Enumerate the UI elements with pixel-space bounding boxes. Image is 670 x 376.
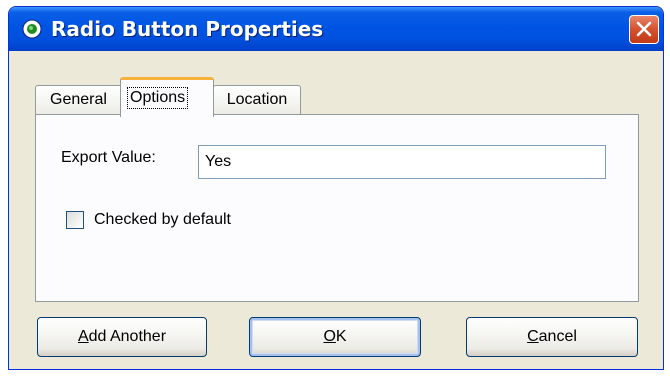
tab-options[interactable]: Options [120, 77, 214, 117]
radio-button-properties-dialog: Radio Button Properties General Options … [8, 6, 664, 370]
ok-mnemonic: O [323, 328, 336, 345]
cancel-mnemonic: C [527, 328, 539, 345]
tab-location-label: Location [226, 91, 288, 108]
close-button[interactable] [629, 15, 659, 44]
export-value-label: Export Value: [61, 149, 156, 166]
tab-location[interactable]: Location [213, 85, 301, 115]
checked-by-default-checkbox[interactable] [66, 211, 84, 229]
checked-by-default-label[interactable]: Checked by default [94, 211, 231, 229]
options-panel: Export Value: Checked by default [35, 114, 639, 302]
window-title: Radio Button Properties [51, 17, 324, 41]
close-icon [636, 21, 652, 37]
tab-options-label: Options [127, 87, 189, 109]
cancel-button[interactable]: Cancel [466, 317, 638, 357]
ok-label: K [335, 328, 347, 345]
add-another-label: dd Another [88, 328, 167, 345]
tab-general-label: General [50, 91, 107, 108]
title-bar[interactable]: Radio Button Properties [9, 7, 663, 51]
add-another-mnemonic: A [77, 328, 89, 345]
cancel-label: ancel [538, 328, 577, 345]
ok-button[interactable]: OK [249, 317, 421, 357]
add-another-button[interactable]: Add Another [37, 317, 207, 357]
export-value-input[interactable] [198, 145, 606, 179]
tab-general[interactable]: General [35, 85, 122, 115]
radio-button-icon [22, 19, 42, 39]
